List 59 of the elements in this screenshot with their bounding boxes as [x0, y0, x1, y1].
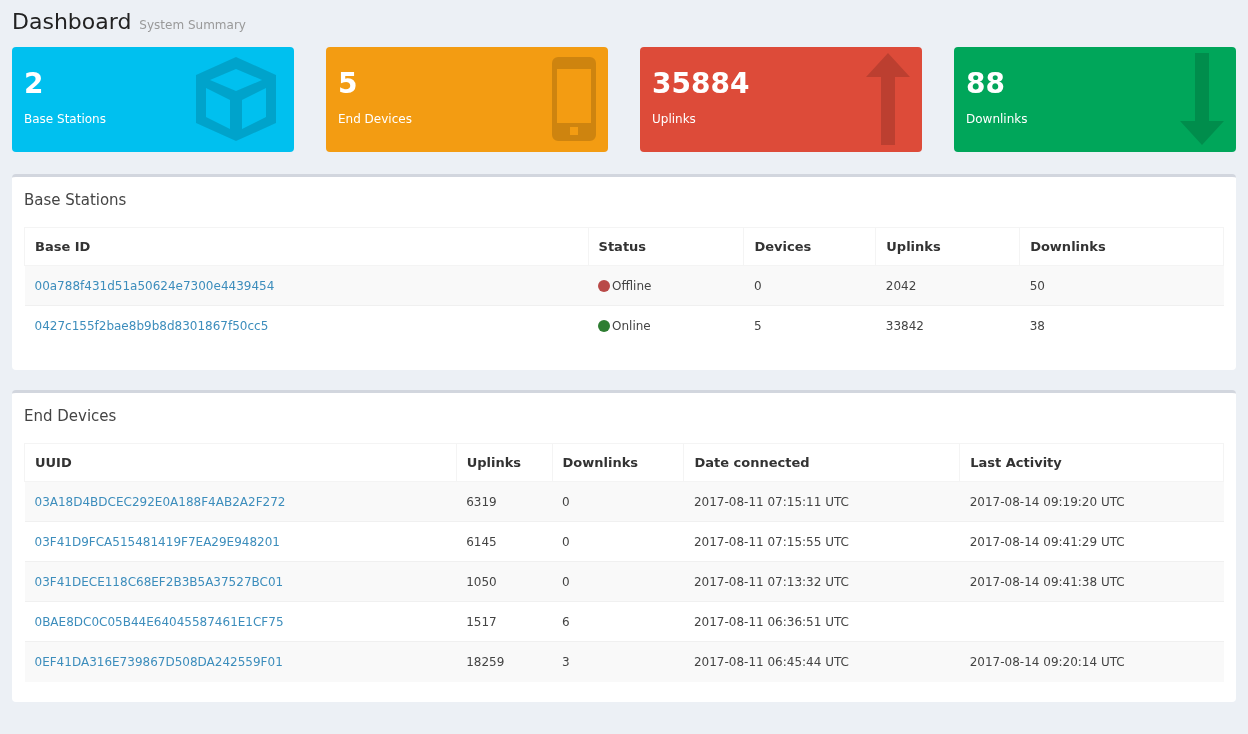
stat-label: Base Stations: [24, 111, 106, 128]
panel-title: End Devices: [24, 405, 118, 427]
table-cell: 2017-08-14 09:20:14 UTC: [969, 654, 1125, 669]
table-cell: 0: [753, 278, 762, 293]
table-cell: 0: [562, 574, 570, 589]
base-id-link[interactable]: 0427c155f2bae8b9b8d8301867f50cc5: [34, 318, 269, 333]
table-cell: 1517: [466, 614, 497, 629]
stat-label: Uplinks: [652, 111, 697, 128]
table-cell: 2017-08-11 07:13:32 UTC: [693, 574, 849, 589]
table-cell: 2017-08-14 09:41:29 UTC: [969, 534, 1125, 549]
uuid-link[interactable]: 03F41D9FCA515481419F7EA29E948201: [34, 534, 280, 549]
column-header: Devices: [743, 227, 876, 266]
stat-value: 5: [338, 70, 359, 98]
table-cell: 2017-08-11 07:15:11 UTC: [693, 494, 849, 509]
column-header: Uplinks: [875, 227, 1020, 266]
column-header: Uplinks: [456, 443, 553, 482]
table-cell: 6: [562, 614, 570, 629]
table-cell: 33842: [885, 318, 924, 333]
arrow-down-icon: [1180, 53, 1224, 145]
column-header: Date connected: [683, 443, 960, 482]
stat-label: Downlinks: [966, 111, 1028, 128]
table-cell: 3: [562, 654, 570, 669]
column-header: Base ID: [24, 227, 589, 266]
table-cell: 6145: [466, 534, 497, 549]
table-cell: 2042: [885, 278, 917, 293]
status-text: Online: [612, 317, 651, 335]
table-cell: 0: [562, 534, 570, 549]
table-cell: 2017-08-14 09:19:20 UTC: [969, 494, 1125, 509]
table-cell: 5: [753, 318, 762, 333]
arrow-up-icon: [866, 53, 910, 145]
column-header: Downlinks: [1019, 227, 1224, 266]
table-cell: 6319: [466, 494, 497, 509]
table-cell: 2017-08-11 06:36:51 UTC: [693, 614, 849, 629]
table-cell: 38: [1029, 318, 1045, 333]
stat-label: End Devices: [338, 111, 412, 128]
status-text: Offline: [612, 277, 652, 295]
table-cell: 2017-08-11 07:15:55 UTC: [693, 534, 849, 549]
stat-value: 2: [24, 70, 45, 98]
table-cell: 1050: [466, 574, 497, 589]
base-id-link[interactable]: 00a788f431d51a50624e7300e4439454: [34, 278, 275, 293]
phone-icon: [552, 57, 596, 141]
table-cell: 2017-08-14 09:41:38 UTC: [969, 574, 1125, 589]
column-header: Last Activity: [959, 443, 1224, 482]
stat-value: 35884: [652, 70, 750, 98]
page-title: Dashboard: [12, 8, 132, 36]
table-cell: 18259: [466, 654, 505, 669]
panel-title: Base Stations: [24, 189, 128, 211]
uuid-link[interactable]: 03A18D4BDCEC292E0A188F4AB2A2F272: [34, 494, 286, 509]
column-header: Status: [588, 227, 744, 266]
table-cell: 0: [562, 494, 570, 509]
uuid-link[interactable]: 0EF41DA316E739867D508DA242559F01: [34, 654, 283, 669]
stat-value: 88: [966, 70, 1006, 98]
table-cell: 50: [1029, 278, 1045, 293]
column-header: Downlinks: [552, 443, 684, 482]
column-header: UUID: [24, 443, 457, 482]
page-subtitle: System Summary: [139, 17, 246, 34]
table-cell: 2017-08-11 06:45:44 UTC: [693, 654, 849, 669]
uuid-link[interactable]: 0BAE8DC0C05B44E64045587461E1CF75: [34, 614, 284, 629]
uuid-link[interactable]: 03F41DECE118C68EF2B3B5A37527BC01: [34, 574, 284, 589]
